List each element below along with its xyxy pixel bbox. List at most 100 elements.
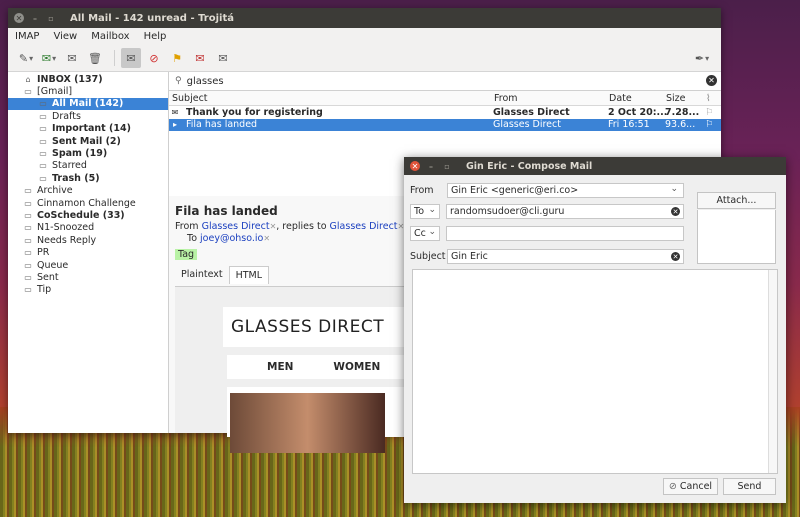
mark-unread-icon: ✉ bbox=[195, 51, 205, 65]
col-date[interactable]: Date bbox=[607, 93, 664, 104]
scrollbar[interactable] bbox=[768, 270, 777, 473]
folder-label: Sent bbox=[37, 271, 59, 283]
tag-badge[interactable]: Tag bbox=[175, 249, 198, 260]
folder-icon: ▭ bbox=[39, 161, 47, 171]
cc-row: Cc ⌄ bbox=[410, 226, 684, 241]
nav-women[interactable]: WOMEN bbox=[333, 361, 380, 373]
folder-item[interactable]: ▭ Trash (5) bbox=[8, 172, 168, 184]
minimize-window-button[interactable]: – bbox=[30, 13, 40, 23]
compose-window: ✕ – ▫ Gin Eric - Compose Mail From Gin E… bbox=[404, 157, 786, 503]
folder-item[interactable]: ▭ All Mail (142) bbox=[8, 97, 168, 111]
folder-icon: ▭ bbox=[24, 87, 32, 97]
attachment-list[interactable] bbox=[697, 210, 776, 264]
to-value: randomsudoer@cli.guru bbox=[450, 206, 565, 217]
to-label: To bbox=[187, 233, 198, 244]
folder-label: Archive bbox=[37, 185, 73, 197]
delete-button[interactable]: 🗑 bbox=[85, 48, 105, 68]
message-size: 93.6... bbox=[665, 119, 696, 131]
recipient-type-select[interactable]: Cc ⌄ bbox=[410, 226, 440, 241]
nav-men[interactable]: MEN bbox=[267, 361, 293, 373]
replies-to-link[interactable]: Glasses Direct bbox=[330, 221, 398, 232]
folder-item[interactable]: ▭ CoSchedule (33) bbox=[8, 209, 168, 221]
message-row[interactable]: ✉ Thank you for registering Glasses Direct… bbox=[169, 106, 721, 119]
folder-item[interactable]: ⌂ INBOX (137) bbox=[8, 73, 168, 85]
folder-item[interactable]: ▭ Tip bbox=[8, 284, 168, 296]
folder-item[interactable]: ▭ N1-Snoozed bbox=[8, 222, 168, 234]
folder-item[interactable]: ▭ Drafts bbox=[8, 110, 168, 122]
maximize-compose-button[interactable]: ▫ bbox=[442, 161, 452, 171]
flag-button[interactable]: ⚑ bbox=[167, 48, 187, 68]
chevron-down-icon: ▾ bbox=[705, 53, 710, 63]
folder-item[interactable]: ▭ Spam (19) bbox=[8, 147, 168, 159]
recipient-type-select[interactable]: To ⌄ bbox=[410, 204, 440, 219]
message-date: Fri 16:51 bbox=[608, 119, 650, 131]
cc-field[interactable] bbox=[446, 226, 684, 241]
search-bar[interactable]: ⚲ glasses ✕ bbox=[169, 72, 721, 91]
compose-button[interactable]: ✎ ▾ bbox=[16, 48, 36, 68]
folder-label: Needs Reply bbox=[37, 234, 97, 246]
folder-item[interactable]: ▭ Archive bbox=[8, 185, 168, 197]
cancel-button[interactable]: ⊘ Cancel bbox=[663, 478, 718, 495]
folder-label: PR bbox=[37, 247, 50, 259]
menu-mailbox[interactable]: Mailbox bbox=[91, 31, 129, 42]
tab-html[interactable]: HTML bbox=[228, 266, 270, 284]
tab-plaintext[interactable]: Plaintext bbox=[175, 266, 229, 284]
folder-item[interactable]: ▭ PR bbox=[8, 246, 168, 258]
chevron-down-icon: ⌄ bbox=[670, 184, 678, 194]
flag-icon[interactable]: ⚐ bbox=[705, 119, 720, 130]
clear-search-icon[interactable]: ✕ bbox=[706, 75, 717, 86]
to-row: To ⌄ randomsudoer@cli.guru ✕ bbox=[410, 204, 684, 219]
mark-unread-button[interactable]: ✉ bbox=[190, 48, 210, 68]
subject-field[interactable]: Gin Eric ✕ bbox=[447, 249, 684, 264]
maximize-window-button[interactable]: ▫ bbox=[46, 13, 56, 23]
menu-view[interactable]: View bbox=[53, 31, 77, 42]
folder-item[interactable]: ▭ Important (14) bbox=[8, 123, 168, 135]
folder-item[interactable]: ▭ Sent Mail (2) bbox=[8, 135, 168, 147]
spam-button[interactable]: ⊘ bbox=[144, 48, 164, 68]
forward-icon: ✉ bbox=[67, 51, 77, 65]
delete-icon: 🗑 bbox=[88, 51, 102, 65]
message-subject: Thank you for registering bbox=[186, 106, 323, 118]
from-select[interactable]: Gin Eric <generic@eri.co> ⌄ bbox=[447, 183, 684, 198]
chevron-down-icon: ▾ bbox=[29, 53, 34, 63]
flag-icon[interactable]: ⚐ bbox=[705, 107, 720, 118]
clear-field-icon[interactable]: ✕ bbox=[671, 252, 680, 261]
menubar: IMAP View Mailbox Help bbox=[8, 28, 721, 45]
col-subject[interactable]: Subject bbox=[169, 93, 492, 104]
from-link[interactable]: Glasses Direct bbox=[202, 221, 270, 232]
clear-field-icon[interactable]: ✕ bbox=[671, 207, 680, 216]
message-row[interactable]: ▸ Fila has landed Glasses Direct Fri 16:51 9… bbox=[169, 118, 721, 131]
folder-item[interactable]: ▭ Cinnamon Challenge bbox=[8, 197, 168, 209]
reply-button[interactable]: ✉ ▾ bbox=[39, 48, 59, 68]
col-size[interactable]: Size bbox=[664, 93, 706, 104]
search-input[interactable]: glasses bbox=[187, 76, 224, 87]
send-button[interactable]: Send bbox=[723, 478, 776, 495]
compose-body[interactable] bbox=[412, 269, 778, 474]
col-from[interactable]: From bbox=[492, 93, 607, 104]
folder-label: Cinnamon Challenge bbox=[37, 197, 136, 209]
forward-button[interactable]: ✉ bbox=[62, 48, 82, 68]
main-titlebar: ✕ – ▫ All Mail - 142 unread - Trojitá bbox=[8, 8, 721, 28]
to-link[interactable]: joey@ohso.io bbox=[200, 233, 263, 244]
to-field[interactable]: randomsudoer@cli.guru ✕ bbox=[446, 204, 684, 219]
menu-imap[interactable]: IMAP bbox=[15, 31, 39, 42]
folder-item[interactable]: ▭ Sent bbox=[8, 271, 168, 283]
recipient-type-value: Cc bbox=[414, 228, 426, 239]
close-window-button[interactable]: ✕ bbox=[14, 13, 24, 23]
folder-item[interactable]: ▭ Needs Reply bbox=[8, 234, 168, 246]
attach-button[interactable]: Attach... bbox=[697, 192, 776, 209]
menu-help[interactable]: Help bbox=[144, 31, 167, 42]
message-size: 7.28... bbox=[665, 106, 700, 118]
close-compose-button[interactable]: ✕ bbox=[410, 161, 420, 171]
folder-item[interactable]: ▭ [Gmail] bbox=[8, 85, 168, 97]
folder-item[interactable]: ▭ Starred bbox=[8, 160, 168, 172]
minimize-compose-button[interactable]: – bbox=[426, 161, 436, 171]
folder-icon: ▭ bbox=[39, 149, 47, 159]
message-icon: ✉ bbox=[218, 51, 228, 65]
settings-button[interactable]: ✒ ▾ bbox=[692, 48, 712, 68]
message-button[interactable]: ✉ bbox=[213, 48, 233, 68]
mark-read-button[interactable]: ✉ bbox=[121, 48, 141, 68]
search-icon: ⚲ bbox=[175, 76, 182, 86]
remove-icon[interactable]: ✕ bbox=[263, 234, 270, 243]
folder-item[interactable]: ▭ Queue bbox=[8, 259, 168, 271]
